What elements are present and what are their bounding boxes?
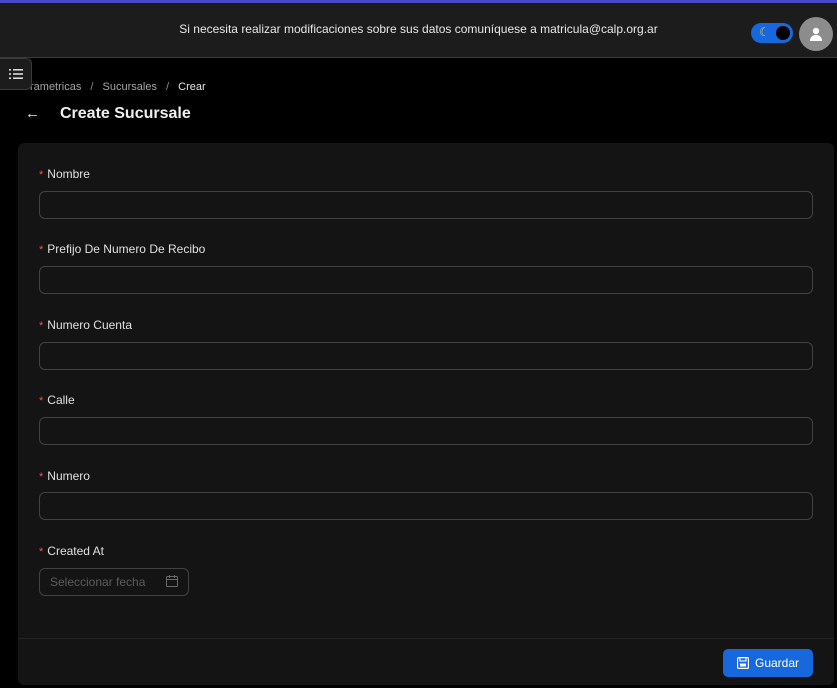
required-mark: * — [39, 546, 44, 558]
back-arrow-icon[interactable]: ← — [25, 106, 40, 122]
calle-input[interactable] — [39, 417, 813, 445]
page-title: Create Sucursale — [60, 105, 191, 122]
calle-label: * Calle — [39, 393, 75, 407]
footer-divider — [18, 638, 834, 639]
breadcrumb-separator: / — [166, 81, 170, 93]
nombre-label: * Nombre — [39, 167, 90, 181]
required-mark: * — [39, 169, 44, 181]
required-mark: * — [39, 320, 44, 332]
breadcrumb-separator: / — [90, 81, 94, 93]
prefijo-label: * Prefijo De Numero De Recibo — [39, 242, 206, 256]
save-icon — [736, 657, 749, 669]
form-card: * Nombre * Prefijo De Numero De Recibo * Nu… — [18, 143, 834, 685]
required-mark: * — [39, 395, 44, 407]
theme-toggle[interactable]: ☾ — [751, 23, 793, 43]
numero-label: * Numero — [39, 469, 90, 483]
created-at-label: * Created At — [39, 544, 104, 558]
numero-cuenta-input[interactable] — [39, 342, 813, 370]
user-avatar[interactable] — [799, 17, 833, 51]
breadcrumb-item-crear: Crear — [178, 81, 206, 93]
prefijo-numero-recibo-input[interactable] — [39, 266, 813, 294]
required-mark: * — [39, 244, 44, 256]
top-header: Si necesita realizar modificaciones sobr… — [0, 0, 837, 58]
toggle-knob — [776, 26, 790, 40]
breadcrumb-item-parametricas[interactable]: rametricas — [30, 81, 81, 93]
created-at-date-picker[interactable] — [39, 568, 189, 596]
nombre-input[interactable] — [39, 191, 813, 219]
required-mark: * — [39, 471, 44, 483]
menu-list-icon — [8, 69, 23, 79]
sidebar-toggle-button[interactable] — [0, 58, 32, 90]
save-button-label: Guardar — [754, 656, 800, 670]
contact-notice: Si necesita realizar modificaciones sobr… — [179, 22, 658, 36]
numero-input[interactable] — [39, 492, 813, 520]
created-at-input[interactable] — [40, 569, 160, 595]
calendar-icon — [166, 575, 178, 587]
user-icon — [810, 27, 822, 41]
breadcrumb: rametricas / Sucursales / Crear — [30, 81, 206, 93]
save-button[interactable]: Guardar — [723, 649, 813, 677]
numero-cuenta-label: * Numero Cuenta — [39, 318, 132, 332]
breadcrumb-item-sucursales[interactable]: Sucursales — [103, 81, 157, 93]
moon-icon: ☾ — [759, 25, 770, 39]
